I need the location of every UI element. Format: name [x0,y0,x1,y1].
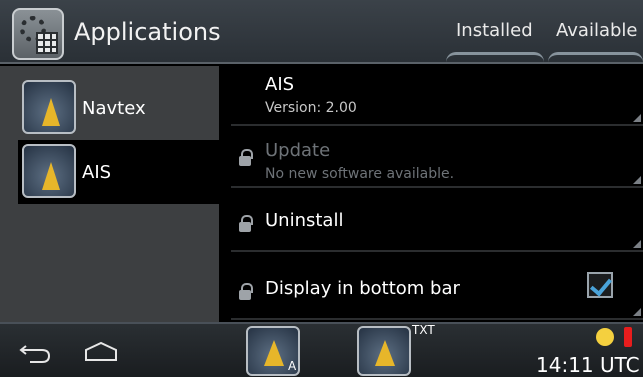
lock-icon [239,149,253,166]
mini-txt-label: TXT [412,323,435,337]
grid-icon [36,32,58,54]
app-name: AIS [265,74,295,95]
ais-icon [22,144,76,198]
applications-icon [12,8,64,60]
corner-indicator-icon [633,240,641,248]
page-title: Applications [74,18,221,46]
list-item-label: AIS [82,162,112,183]
corner-indicator-icon [633,176,641,184]
status-alert-icon[interactable] [624,327,632,347]
list-item-navtex[interactable]: Navtex [18,76,219,140]
navtex-icon [22,80,76,134]
settings-pane: AIS Version: 2.00 Update No new software… [219,66,643,322]
uninstall-row[interactable]: Uninstall [231,190,643,252]
corner-indicator-icon [633,308,641,316]
status-warning-icon[interactable] [596,328,614,346]
mini-a-label: A [288,359,297,373]
home-icon[interactable] [82,340,120,364]
tab-installed-indicator [446,52,544,62]
list-item-ais[interactable]: AIS [18,140,219,204]
lock-icon [239,283,253,300]
update-row[interactable]: Update No new software available. [231,128,643,188]
app-version: Version: 2.00 [265,100,357,116]
tab-installed[interactable]: Installed [456,20,533,41]
app-details[interactable]: AIS Version: 2.00 [231,66,643,126]
tab-available-indicator [548,52,643,62]
application-list: Navtex AIS [0,66,219,322]
lock-icon [239,215,253,232]
bottom-bar: A TXT 14:11 UTC [0,322,643,377]
title-bar: Applications Installed Available [0,0,643,64]
update-title: Update [265,140,331,161]
list-item-label: Navtex [82,98,146,119]
corner-indicator-icon [633,114,641,122]
back-icon[interactable] [18,340,56,364]
display-bottom-bar-row[interactable]: Display in bottom bar [231,254,643,320]
ais-shortcut-icon[interactable] [357,326,411,376]
uninstall-title: Uninstall [265,210,344,231]
display-checkbox[interactable] [587,272,613,298]
update-subtitle: No new software available. [265,166,455,182]
display-title: Display in bottom bar [265,278,460,299]
tab-available[interactable]: Available [556,20,637,41]
clock: 14:11 UTC [536,353,640,377]
